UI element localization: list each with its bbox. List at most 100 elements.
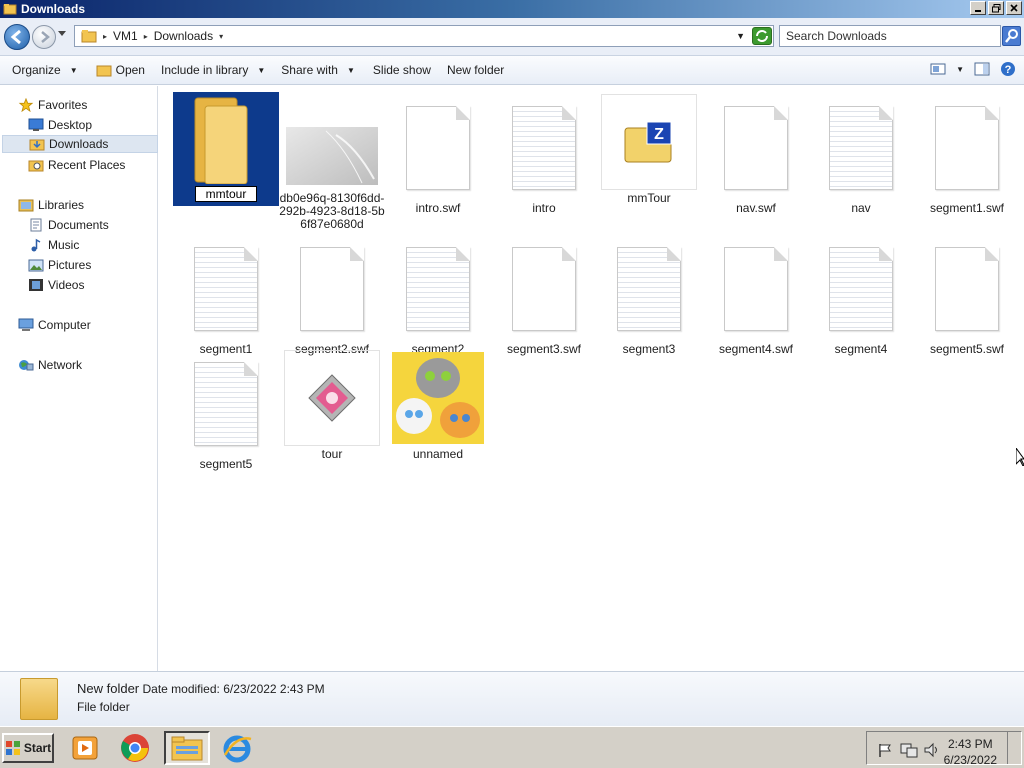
text-document-icon: [178, 241, 274, 337]
start-button[interactable]: Start: [2, 733, 54, 763]
organize-button[interactable]: Organize ▼: [12, 63, 78, 77]
action-center-flag-icon[interactable]: [877, 742, 893, 758]
nav-desktop-label: Desktop: [48, 118, 93, 132]
slide-show-label: Slide show: [372, 63, 431, 77]
breadcrumb-separator-icon[interactable]: ▸: [103, 32, 107, 41]
file-item-intro[interactable]: intro: [491, 100, 597, 215]
breadcrumb-separator-icon[interactable]: ▾: [219, 32, 223, 41]
show-desktop-button[interactable]: [1007, 732, 1021, 764]
selected-folder-icon: [20, 678, 58, 720]
text-document-icon: [813, 241, 909, 337]
nav-favorites[interactable]: Favorites: [18, 96, 174, 114]
open-folder-icon: [96, 65, 112, 77]
start-label: Start: [23, 741, 52, 755]
file-item-segment2-swf[interactable]: segment2.swf: [279, 241, 385, 356]
file-label: unnamed: [412, 447, 464, 461]
window-title: Downloads: [21, 2, 86, 16]
file-label: segment3: [622, 342, 676, 356]
clock[interactable]: 2:43 PM 6/23/2022: [944, 736, 997, 768]
file-item-nav[interactable]: nav: [808, 100, 914, 215]
svg-text:Z: Z: [654, 126, 664, 143]
breadcrumb-separator-icon[interactable]: ▸: [144, 32, 148, 41]
file-item-nav-swf[interactable]: nav.swf: [703, 100, 809, 215]
new-folder-button[interactable]: New folder: [447, 63, 504, 77]
file-item-unnamed[interactable]: unnamed: [385, 352, 491, 461]
recent-pages-chevron-down-icon[interactable]: [58, 31, 66, 37]
nav-computer[interactable]: Computer: [18, 316, 174, 334]
minimize-button[interactable]: [970, 1, 986, 15]
desktop-icon: [28, 118, 44, 131]
file-item-intro-swf[interactable]: intro.swf: [385, 100, 491, 215]
back-button[interactable]: [4, 24, 30, 50]
nav-libraries-label: Libraries: [38, 198, 85, 212]
preview-pane-icon[interactable]: [974, 62, 990, 76]
windows-logo-icon: [5, 741, 20, 755]
file-item-segment3-swf[interactable]: segment3.swf: [491, 241, 597, 356]
address-history-dropdown-icon[interactable]: ▼: [736, 31, 745, 41]
include-in-library-button[interactable]: Include in library ▼: [161, 63, 265, 77]
search-input[interactable]: Search Downloads: [779, 25, 1001, 47]
share-with-label: Share with: [281, 63, 338, 77]
slide-show-button[interactable]: Slide show: [373, 63, 431, 77]
change-view-icon[interactable]: [930, 62, 946, 76]
nav-recent-places[interactable]: Recent Places: [28, 156, 156, 174]
address-input[interactable]: ▸ VM1 ▸ Downloads ▾ ▼: [74, 25, 774, 47]
share-with-button[interactable]: Share with ▼: [281, 63, 355, 77]
nav-desktop[interactable]: Desktop: [28, 116, 156, 134]
forward-button[interactable]: [32, 25, 56, 49]
open-button[interactable]: Open: [96, 63, 145, 77]
system-tray: 2:43 PM 6/23/2022: [866, 731, 1022, 768]
file-label: segment5: [199, 457, 253, 471]
libraries-icon: [18, 199, 34, 212]
organize-label: Organize: [12, 63, 61, 77]
file-item-db0e96q-image[interactable]: db0e96q-8130f6dd-292b-4923-8d18-5b6f87e0…: [279, 126, 385, 231]
taskbar-internet-explorer[interactable]: [220, 731, 254, 765]
new-folder-label: New folder: [446, 63, 505, 77]
file-item-tour[interactable]: tour: [279, 350, 385, 461]
open-label: Open: [115, 63, 145, 77]
file-item-segment2[interactable]: segment2: [385, 241, 491, 356]
nav-network[interactable]: Network: [18, 356, 174, 374]
help-icon[interactable]: ?: [1000, 61, 1016, 77]
restore-button[interactable]: [988, 1, 1004, 15]
image-thumbnail: [284, 126, 380, 186]
file-item-mmtour-folder[interactable]: mmtour: [173, 92, 279, 206]
search-icon: [1005, 29, 1018, 43]
recent-places-icon: [28, 160, 44, 172]
file-item-segment4-swf[interactable]: segment4.swf: [703, 241, 809, 356]
nav-pictures-label: Pictures: [48, 258, 92, 272]
file-item-segment1[interactable]: segment1: [173, 241, 279, 356]
media-player-icon: [72, 736, 98, 760]
file-label: intro.swf: [415, 201, 461, 215]
network-status-icon[interactable]: [900, 742, 918, 758]
text-document-icon: [496, 100, 592, 196]
taskbar-explorer[interactable]: [164, 731, 210, 765]
file-item-segment1-swf[interactable]: segment1.swf: [914, 100, 1020, 215]
view-options-chevron-down-icon[interactable]: ▼: [956, 65, 964, 74]
nav-pictures[interactable]: Pictures: [28, 256, 156, 274]
nav-downloads[interactable]: Downloads: [2, 135, 158, 153]
refresh-button[interactable]: [752, 27, 772, 45]
details-name: New folder: [77, 681, 140, 696]
taskbar-media-player[interactable]: [68, 731, 102, 765]
breadcrumb-vm1[interactable]: VM1: [113, 29, 138, 43]
nav-documents[interactable]: Documents: [28, 216, 156, 234]
close-button[interactable]: [1006, 1, 1022, 15]
nav-videos[interactable]: Videos: [28, 276, 156, 294]
blank-document-icon: [708, 241, 804, 337]
nav-libraries[interactable]: Libraries: [18, 196, 174, 214]
file-item-segment5-swf[interactable]: segment5.swf: [914, 241, 1020, 356]
chrome-icon: [121, 734, 149, 762]
nav-music[interactable]: Music: [28, 236, 156, 254]
search-button[interactable]: [1002, 26, 1021, 46]
explorer-folder-icon: [3, 4, 17, 15]
rename-input[interactable]: mmtour: [194, 186, 258, 202]
file-item-mmtour-zip[interactable]: Z mmTour: [596, 94, 702, 205]
file-item-segment5[interactable]: segment5: [173, 356, 279, 471]
file-item-segment4[interactable]: segment4: [808, 241, 914, 356]
minimize-icon: [975, 10, 981, 12]
volume-icon[interactable]: [923, 742, 941, 758]
taskbar-chrome[interactable]: [118, 731, 152, 765]
breadcrumb-downloads[interactable]: Downloads: [154, 29, 213, 43]
file-item-segment3[interactable]: segment3: [596, 241, 702, 356]
